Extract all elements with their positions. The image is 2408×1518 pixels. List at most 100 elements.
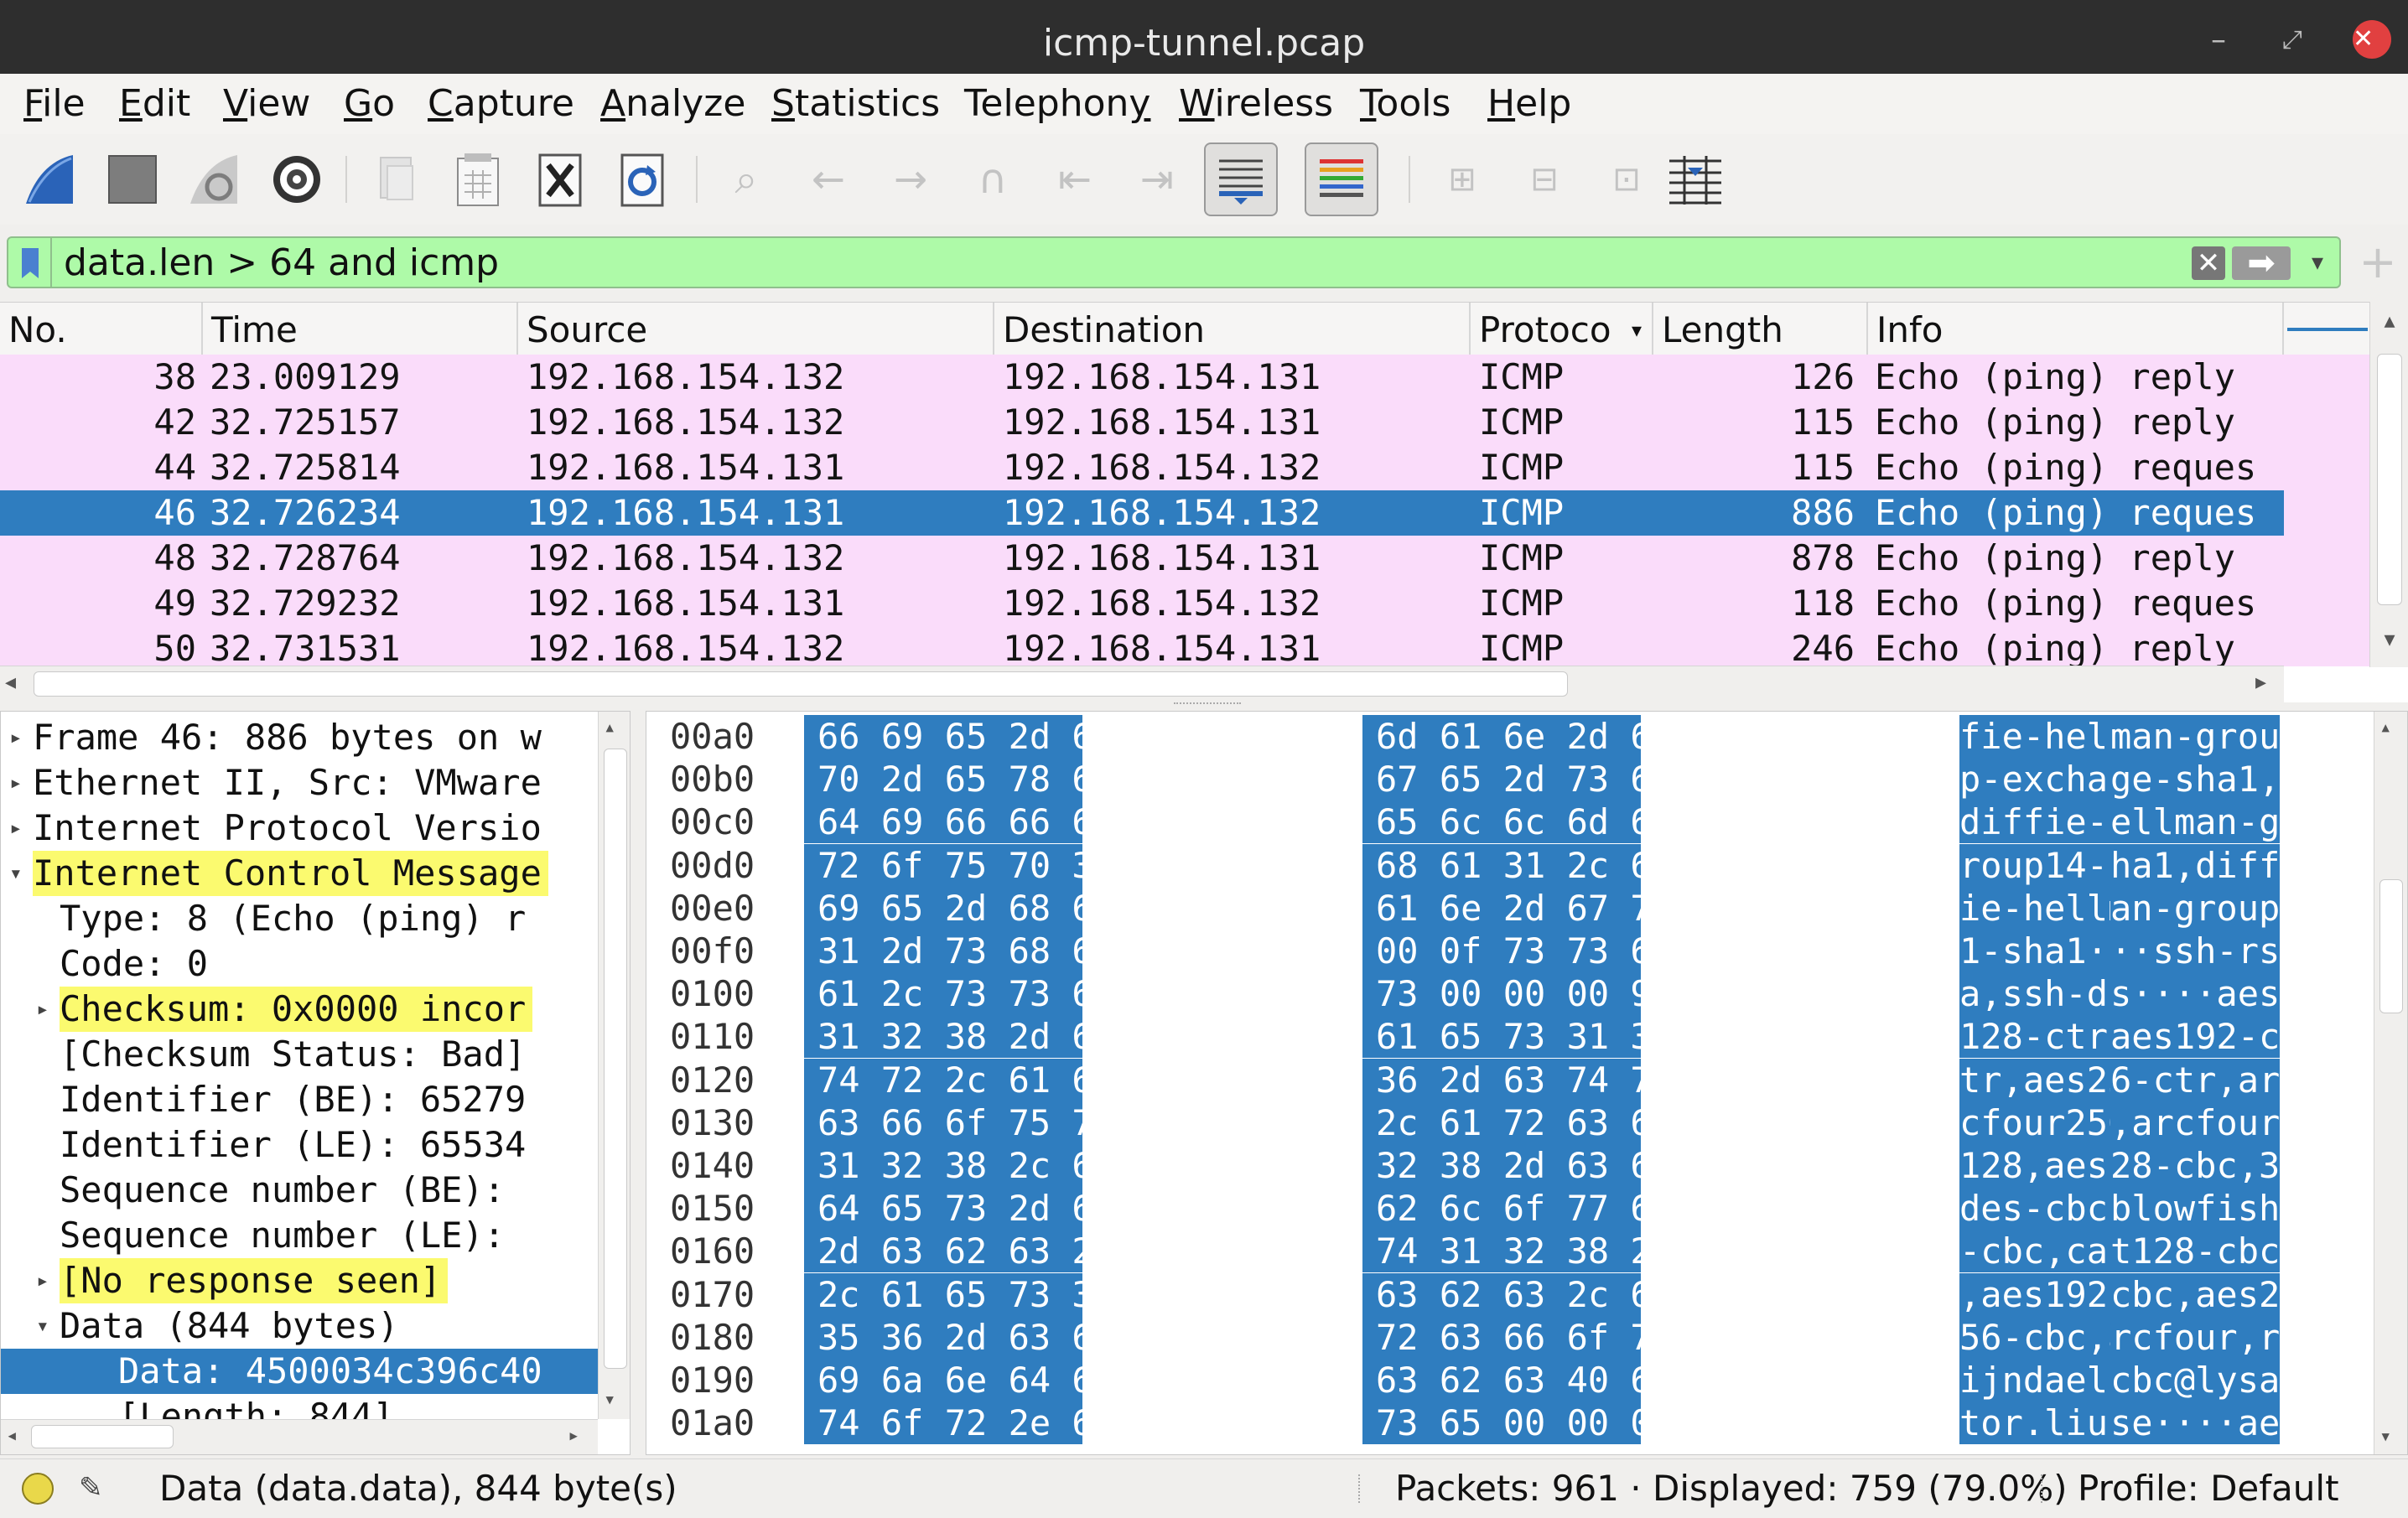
tree-item[interactable]: Sequence number (LE): (1, 1213, 598, 1258)
packet-row[interactable]: 49 32.729232 192.168.154.131 192.168.154.13… (0, 581, 2284, 626)
resize-columns-icon[interactable] (1658, 142, 1732, 216)
open-file-icon[interactable] (359, 142, 433, 216)
save-file-icon[interactable] (441, 142, 515, 216)
column-header-time[interactable]: Time (203, 303, 518, 355)
reload-file-icon[interactable] (605, 142, 679, 216)
hex-row[interactable]: 00f0 31 2d 73 68 61 31 00 00 00 0f 73 73 6… (646, 930, 2374, 972)
stop-capture-icon[interactable] (96, 142, 169, 216)
hex-row[interactable]: 00c0 64 69 66 66 69 65 2d 68 65 6c 6c 6d 6… (646, 800, 2374, 844)
scroll-thumb[interactable] (34, 671, 1568, 697)
bookmark-icon[interactable] (20, 246, 40, 280)
column-header-protocol[interactable]: Protoco ▾ (1471, 303, 1653, 355)
tree-item[interactable]: [Checksum Status: Bad] (1, 1032, 598, 1077)
expert-info-icon[interactable] (22, 1473, 54, 1505)
tree-item[interactable]: Identifier (LE): 65534 (1, 1122, 598, 1168)
normal-size-icon[interactable]: ⊡ (1590, 142, 1663, 216)
restore-icon[interactable]: ⤢ (2274, 22, 2311, 59)
scroll-up-icon[interactable]: ▴ (2377, 308, 2402, 334)
close-file-icon[interactable] (523, 142, 597, 216)
hex-row[interactable]: 0120 74 72 2c 61 65 73 32 35 36 2d 63 74 7… (646, 1058, 2374, 1101)
zoom-in-icon[interactable]: ⊞ (1425, 142, 1499, 216)
expanded-arrow-icon[interactable]: ▾ (9, 851, 23, 896)
status-profile[interactable]: Profile: Default (2078, 1459, 2339, 1518)
filter-dropdown-icon[interactable]: ▾ (2301, 241, 2334, 283)
tree-item[interactable]: ▸ Frame 46: 886 bytes on w (1, 715, 598, 760)
edit-comment-icon[interactable]: ✎ (79, 1471, 112, 1505)
scroll-thumb[interactable] (2379, 879, 2403, 1013)
clear-filter-icon[interactable]: ✕ (2192, 246, 2225, 280)
close-icon[interactable]: ✕ (2353, 20, 2391, 59)
scroll-down-icon[interactable]: ▾ (2377, 627, 2402, 652)
scroll-left-icon[interactable]: ◂ (6, 1423, 18, 1447)
tree-item[interactable]: ▸ Ethernet II, Src: VMware (1, 760, 598, 806)
column-header-length[interactable]: Length (1653, 303, 1868, 355)
hex-row[interactable]: 0140 31 32 38 2c 61 65 73 31 32 38 2d 63 6… (646, 1144, 2374, 1187)
tree-item[interactable]: Identifier (BE): 65279 (1, 1077, 598, 1122)
column-header-info[interactable]: Info (1868, 303, 2284, 355)
hex-row[interactable]: 0130 63 66 6f 75 72 32 35 36 2c 61 72 63 6… (646, 1101, 2374, 1144)
display-filter-input[interactable] (62, 238, 2078, 288)
menu-help[interactable]: Help (1487, 77, 1571, 131)
scroll-right-icon[interactable]: ▸ (2255, 670, 2266, 695)
scroll-down-icon[interactable]: ▾ (2379, 1424, 2391, 1448)
scroll-left-icon[interactable]: ◂ (5, 670, 16, 695)
tree-item[interactable]: Data: 4500034c396c40 (1, 1349, 598, 1394)
tree-item[interactable]: Type: 8 (Echo (ping) r (1, 896, 598, 941)
collapsed-arrow-icon[interactable]: ▸ (9, 760, 23, 806)
hex-row[interactable]: 0150 64 65 73 2d 63 62 63 2c 62 6c 6f 77 6… (646, 1187, 2374, 1230)
scroll-up-icon[interactable]: ▴ (604, 715, 615, 738)
start-capture-icon[interactable] (13, 142, 87, 216)
tree-item[interactable]: ▸ Internet Protocol Versio (1, 806, 598, 851)
apply-filter-icon[interactable]: ➡ (2232, 246, 2291, 280)
tree-item[interactable]: ▾ Data (844 bytes) (1, 1303, 598, 1349)
menu-go[interactable]: Go (344, 77, 395, 131)
scroll-thumb[interactable] (604, 749, 627, 1369)
go-to-packet-icon[interactable]: ∩ (956, 142, 1030, 216)
hex-row[interactable]: 0180 35 36 2d 63 62 63 2c 61 72 63 66 6f 7… (646, 1315, 2374, 1359)
packet-list-vscrollbar[interactable]: ▴ ▾ (2369, 302, 2408, 667)
first-packet-icon[interactable]: ⇤ (1038, 142, 1112, 216)
scroll-thumb[interactable] (2377, 354, 2402, 605)
menu-telephony[interactable]: Telephony (964, 77, 1150, 131)
hex-row[interactable]: 00e0 69 65 2d 68 65 6c 6c 6d 61 6e 2d 67 7… (646, 886, 2374, 930)
hex-row[interactable]: 0110 31 32 38 2d 63 74 72 2c 61 65 73 31 3… (646, 1015, 2374, 1059)
tree-vscrollbar[interactable]: ▴ ▾ (598, 712, 630, 1419)
menu-wireless[interactable]: Wireless (1179, 77, 1333, 131)
capture-options-icon[interactable] (260, 142, 334, 216)
last-packet-icon[interactable]: ⇥ (1120, 142, 1194, 216)
hex-row[interactable]: 0170 2c 61 65 73 31 39 32 2d 63 62 63 2c 6… (646, 1272, 2374, 1316)
hex-row[interactable]: 0160 2d 63 62 63 2c 63 61 73 74 31 32 38 2… (646, 1230, 2374, 1273)
hex-row[interactable]: 0190 69 6a 6e 64 61 65 6c 2d 63 62 63 40 6… (646, 1359, 2374, 1401)
column-header-no[interactable]: No. (0, 303, 203, 355)
collapsed-arrow-icon[interactable]: ▸ (36, 987, 49, 1032)
column-header-source[interactable]: Source (518, 303, 994, 355)
add-filter-button-icon[interactable]: + (2356, 238, 2400, 288)
scroll-down-icon[interactable]: ▾ (604, 1387, 615, 1411)
zoom-out-icon[interactable]: ⊟ (1508, 142, 1581, 216)
collapsed-arrow-icon[interactable]: ▸ (9, 806, 23, 851)
hex-row[interactable]: 01a0 74 6f 72 2e 6c 69 75 2e 73 65 00 00 0… (646, 1401, 2374, 1445)
hex-row[interactable]: 00d0 72 6f 75 70 31 34 2d 73 68 61 31 2c 6… (646, 843, 2374, 887)
packet-row[interactable]: 42 32.725157 192.168.154.132 192.168.154.13… (0, 400, 2284, 445)
tree-item[interactable]: ▸ [No response seen] (1, 1258, 598, 1303)
menu-statistics[interactable]: Statistics (771, 77, 940, 131)
expanded-arrow-icon[interactable]: ▾ (36, 1303, 49, 1349)
menu-analyze[interactable]: Analyze (600, 77, 745, 131)
packet-row[interactable]: 38 23.009129 192.168.154.132 192.168.154.13… (0, 355, 2284, 400)
tree-item[interactable]: ▸ Checksum: 0x0000 incor (1, 987, 598, 1032)
menu-edit[interactable]: Edit (119, 77, 190, 131)
go-back-icon[interactable]: ← (791, 142, 865, 216)
colorize-icon[interactable] (1305, 142, 1378, 216)
hex-row[interactable]: 00b0 70 2d 65 78 63 68 61 6e 67 65 2d 73 6… (646, 758, 2374, 801)
packet-row[interactable]: 48 32.728764 192.168.154.132 192.168.154.13… (0, 536, 2284, 581)
go-forward-icon[interactable]: → (874, 142, 947, 216)
collapsed-arrow-icon[interactable]: ▸ (36, 1258, 49, 1303)
menu-file[interactable]: File (23, 77, 86, 131)
packet-row[interactable]: 44 32.725814 192.168.154.131 192.168.154.13… (0, 445, 2284, 490)
pane-splitter-handle[interactable] (1174, 702, 1241, 711)
scroll-right-icon[interactable]: ▸ (568, 1423, 579, 1447)
tree-item[interactable]: Sequence number (BE): (1, 1168, 598, 1213)
packet-row[interactable]: 46 32.726234 192.168.154.131 192.168.154.13… (0, 490, 2284, 536)
restart-capture-icon[interactable] (178, 142, 252, 216)
find-packet-icon[interactable]: ⌕ (709, 142, 783, 216)
